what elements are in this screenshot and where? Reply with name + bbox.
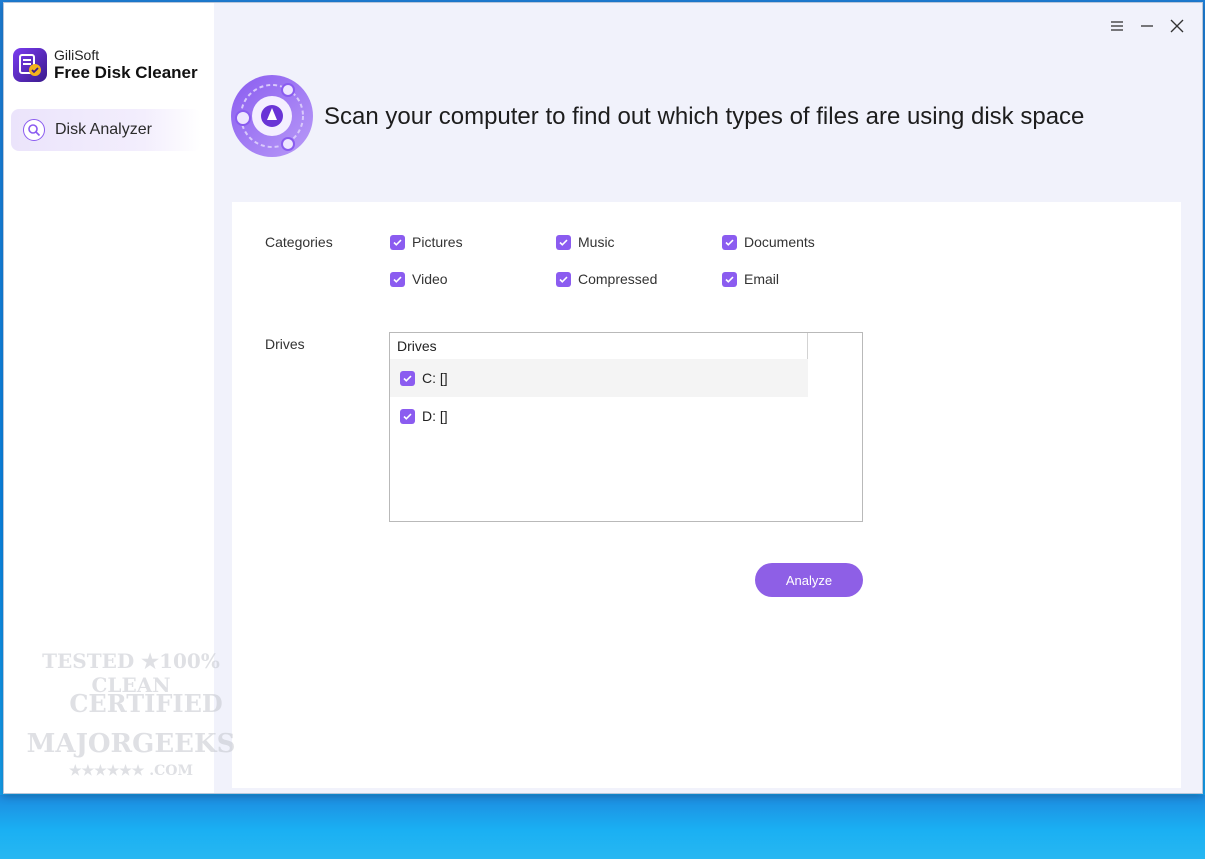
analyze-button[interactable]: Analyze <box>755 563 863 597</box>
checkbox-checked-icon <box>556 234 571 250</box>
sidebar-item-label: Disk Analyzer <box>55 121 152 138</box>
drive-label: C: [] <box>422 370 448 386</box>
checkbox-checked-icon <box>722 271 737 287</box>
checkbox-label: Email <box>744 271 780 287</box>
checkbox-checked-icon <box>390 271 405 287</box>
brand: GiliSoft Free Disk Cleaner <box>13 47 198 83</box>
menu-icon[interactable] <box>1102 15 1132 37</box>
scan-gears-illustration-icon <box>230 74 314 158</box>
checkbox-label: Compressed <box>578 271 658 287</box>
categories-label: Categories <box>265 234 333 250</box>
sidebar: GiliSoft Free Disk Cleaner Disk Analyzer <box>4 3 214 793</box>
brand-company: GiliSoft <box>54 47 100 63</box>
checkbox-label: Documents <box>744 234 815 250</box>
drives-list[interactable]: Drives C: [] D: [] <box>389 332 863 522</box>
minimize-icon[interactable] <box>1132 15 1162 37</box>
close-icon[interactable] <box>1162 15 1192 37</box>
titlebar-controls <box>1102 15 1192 37</box>
sidebar-item-disk-analyzer[interactable]: Disk Analyzer <box>11 109 201 151</box>
app-logo-icon <box>13 48 47 82</box>
drives-column-header[interactable]: Drives <box>390 333 808 359</box>
main-panel: Categories Pictures Music Documents Vide… <box>232 202 1181 788</box>
checkbox-compressed[interactable]: Compressed <box>556 271 657 287</box>
checkbox-video[interactable]: Video <box>390 271 448 287</box>
disk-analyzer-icon <box>23 119 45 141</box>
checkbox-label: Pictures <box>412 234 463 250</box>
checkbox-checked-icon <box>556 271 571 287</box>
brand-product: Free Disk Cleaner <box>54 63 198 82</box>
app-window: GiliSoft Free Disk Cleaner Disk Analyzer <box>3 2 1203 794</box>
checkbox-checked-icon <box>722 234 737 250</box>
checkbox-label: Video <box>412 271 448 287</box>
checkbox-music[interactable]: Music <box>556 234 615 250</box>
drive-row-d[interactable]: D: [] <box>390 397 808 435</box>
drive-row-c[interactable]: C: [] <box>390 359 808 397</box>
checkbox-pictures[interactable]: Pictures <box>390 234 463 250</box>
checkbox-checked-icon[interactable] <box>400 408 415 424</box>
checkbox-checked-icon[interactable] <box>400 370 415 386</box>
drives-label: Drives <box>265 336 305 352</box>
page-title: Scan your computer to find out which typ… <box>324 103 1085 130</box>
checkbox-checked-icon <box>390 234 405 250</box>
drive-label: D: [] <box>422 408 448 424</box>
checkbox-documents[interactable]: Documents <box>722 234 815 250</box>
checkbox-label: Music <box>578 234 615 250</box>
desktop-taskbar-area <box>0 795 1205 859</box>
checkbox-email[interactable]: Email <box>722 271 779 287</box>
